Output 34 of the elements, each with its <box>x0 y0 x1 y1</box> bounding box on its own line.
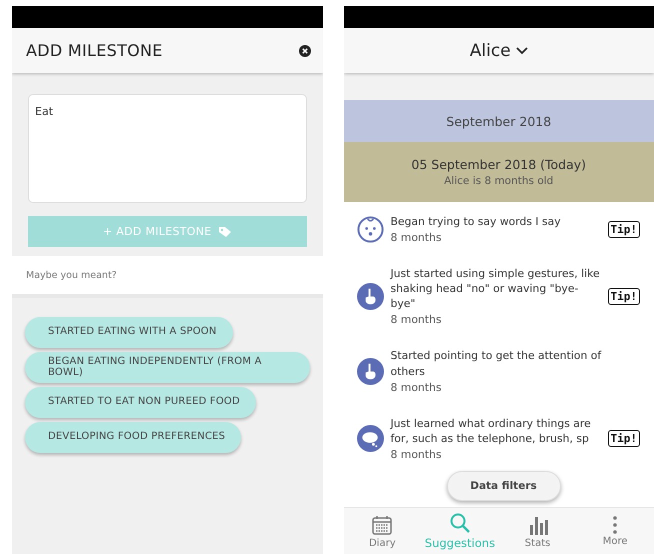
more-icon <box>613 516 618 534</box>
age-text: 8 months <box>390 231 442 244</box>
milestone-text: Started pointing to get the attention of others <box>390 348 602 379</box>
hint-text: Maybe you meant? <box>26 270 117 280</box>
age-text: 8 months <box>390 380 442 394</box>
date-label: 05 September 2018 (Today) <box>411 157 586 172</box>
thought-bubble-icon <box>356 424 384 452</box>
suggestion-chip[interactable]: STARTED EATING WITH A SPOON <box>25 317 233 348</box>
chevron-down-icon <box>516 46 528 54</box>
search-icon <box>448 512 471 534</box>
milestone-text: Began trying to say words I say <box>390 214 562 230</box>
calendar-icon <box>371 514 394 536</box>
data-filters-button[interactable]: Data filters <box>446 471 560 501</box>
tag-icon <box>218 226 232 238</box>
nav-tab[interactable]: Stats <box>498 508 576 554</box>
tip-button[interactable]: Tip! <box>608 288 640 305</box>
milestone-text: Just started using simple gestures, like shaking head "no" or waving "bye-bye" <box>390 266 600 312</box>
child-selector[interactable]: Alice <box>470 40 528 60</box>
tip-button[interactable]: Tip! <box>608 220 640 238</box>
suggestion-chip[interactable]: DEVELOPING FOOD PREFERENCES <box>25 422 242 453</box>
milestone-text: Just learned what ordinary things are for, such as the telephone, brush, sp <box>390 416 592 446</box>
nav-tab[interactable]: More <box>576 508 654 554</box>
month-label: September 2018 <box>446 114 552 128</box>
screen-title: ADD MILESTONE <box>25 41 164 60</box>
age-subtitle: Alice is 8 months old <box>444 175 554 187</box>
milestone-input-field[interactable]: Eat <box>28 94 306 203</box>
suggestion-chip[interactable]: BEGAN EATING INDEPENDENTLY (FROM A BOWL) <box>25 352 310 383</box>
baby-face-icon <box>356 216 384 243</box>
age-text: 8 months <box>390 448 442 461</box>
close-icon[interactable] <box>298 44 310 56</box>
tip-button[interactable]: Tip! <box>608 430 640 447</box>
suggestion-chip[interactable]: STARTED TO EAT NON PUREED FOOD <box>25 387 256 418</box>
age-text: 8 months <box>390 313 442 326</box>
nav-tab[interactable]: Diary <box>344 508 422 554</box>
